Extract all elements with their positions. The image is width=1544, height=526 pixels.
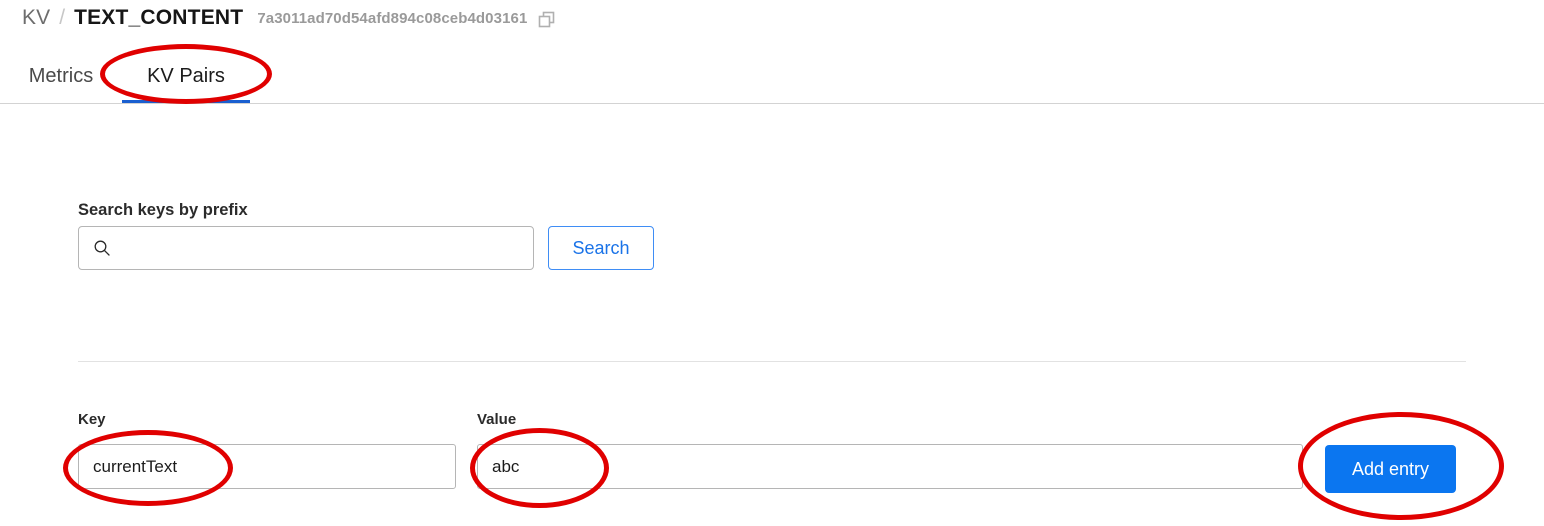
breadcrumb-current-namespace: TEXT_CONTENT: [74, 6, 244, 29]
value-field[interactable]: [477, 444, 1303, 489]
key-input[interactable]: [79, 445, 455, 488]
copy-icon[interactable]: [538, 11, 555, 28]
section-divider: [78, 361, 1466, 362]
tab-metrics-label: Metrics: [28, 65, 94, 87]
key-field[interactable]: [78, 444, 456, 489]
value-input[interactable]: [478, 445, 1302, 488]
search-button[interactable]: Search: [548, 226, 654, 270]
namespace-id: 7a3011ad70d54afd894c08ceb4d03161: [257, 9, 528, 27]
search-row: Search: [78, 226, 654, 270]
breadcrumb-separator: /: [59, 6, 66, 29]
search-input-wrapper[interactable]: [78, 226, 534, 270]
tab-kv-pairs-label: KV Pairs: [147, 65, 225, 87]
search-input[interactable]: [79, 227, 533, 269]
key-label: Key: [78, 411, 106, 428]
tab-metrics[interactable]: Metrics: [10, 50, 112, 103]
value-label: Value: [477, 411, 517, 428]
search-label: Search keys by prefix: [78, 201, 248, 219]
tab-kv-pairs[interactable]: KV Pairs: [122, 50, 250, 103]
breadcrumb: KV / TEXT_CONTENT 7a3011ad70d54afd894c08…: [22, 2, 555, 34]
tab-active-underline: [122, 100, 250, 103]
add-entry-button[interactable]: Add entry: [1325, 445, 1456, 493]
tab-bar: Metrics KV Pairs: [0, 50, 1544, 104]
breadcrumb-root-link[interactable]: KV: [22, 6, 50, 30]
